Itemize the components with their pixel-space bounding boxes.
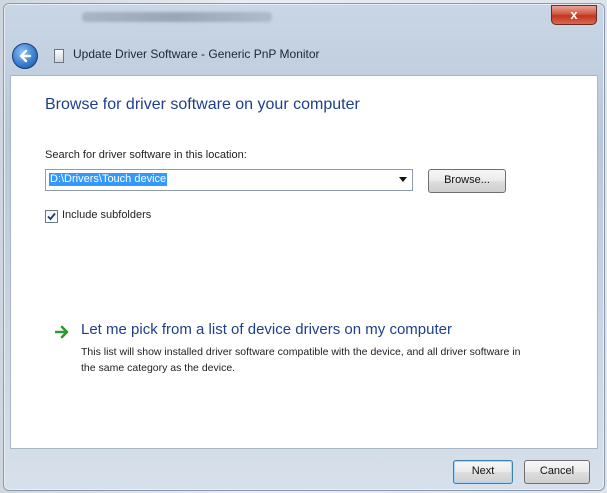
- next-button[interactable]: Next: [453, 460, 513, 484]
- back-arrow-icon: [19, 49, 32, 63]
- back-button[interactable]: [12, 43, 38, 69]
- dialog-window: x Update Driver Software - Generic PnP M…: [3, 3, 605, 491]
- blurred-window-title: [82, 12, 272, 22]
- pick-from-list-link[interactable]: Let me pick from a list of device driver…: [81, 321, 452, 338]
- search-location-label: Search for driver software in this locat…: [45, 149, 247, 161]
- page-title: Browse for driver software on your compu…: [45, 96, 360, 113]
- navigation-bar: Update Driver Software - Generic PnP Mon…: [4, 30, 604, 76]
- window-title: Update Driver Software - Generic PnP Mon…: [73, 47, 320, 61]
- green-arrow-icon: [55, 325, 69, 339]
- include-subfolders-label[interactable]: Include subfolders: [62, 209, 151, 221]
- path-input-value[interactable]: D:\Drivers\Touch device: [49, 173, 168, 186]
- checkmark-icon: [47, 212, 56, 221]
- pick-from-list-description: This list will show installed driver sof…: [81, 346, 521, 374]
- cancel-button[interactable]: Cancel: [524, 460, 590, 484]
- include-subfolders-checkbox[interactable]: [45, 210, 58, 223]
- browse-button[interactable]: Browse...: [428, 169, 506, 193]
- title-bar: x: [4, 4, 604, 30]
- content-panel: Browse for driver software on your compu…: [10, 75, 598, 449]
- path-combobox[interactable]: D:\Drivers\Touch device: [45, 169, 413, 191]
- close-button[interactable]: x: [551, 5, 597, 25]
- chevron-down-icon[interactable]: [399, 177, 407, 182]
- monitor-icon: [54, 49, 64, 63]
